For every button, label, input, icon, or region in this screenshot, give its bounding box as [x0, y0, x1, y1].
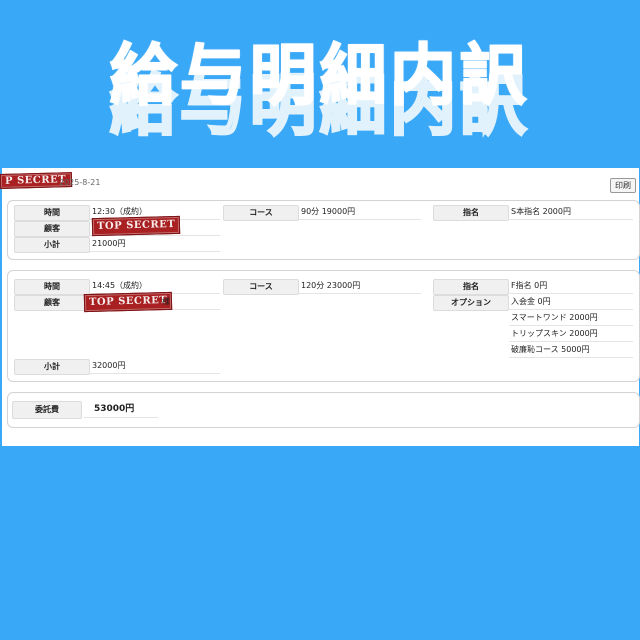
time-label: 時間 [14, 279, 90, 295]
top-secret-stamp: TOP SECRET [83, 291, 173, 313]
subtotal-value: 32000円 [90, 359, 220, 374]
honorific-suffix: 様 [162, 297, 170, 306]
customer-label: 顧客 [14, 295, 90, 311]
nomination-label: 指名 [433, 279, 509, 295]
subtotal-label: 小計 [14, 237, 90, 253]
top-secret-stamp: TOP SECRET [91, 215, 181, 237]
fee-value: 53000円 [84, 401, 158, 418]
nomination-label: 指名 [433, 205, 509, 221]
course-value: 90分 19000円 [299, 205, 421, 220]
option-item: トリップスキン 2000円 [509, 327, 633, 342]
option-item: 入会金 0円 [509, 295, 633, 310]
date-label: 2025-8-21 [59, 178, 101, 187]
course-label: コース [223, 205, 299, 221]
subtotal-value: 21000円 [90, 237, 220, 252]
banner-title: 給与明細内訳 [109, 36, 530, 115]
customer-value: TOP SECRET 様 [83, 291, 220, 313]
course-label: コース [223, 279, 299, 295]
course-value: 120分 23000円 [299, 279, 421, 294]
payslip-sheet: P SECRET 2025-8-21 印刷 時間 12:30（成約） 顧客 TO… [0, 168, 640, 446]
option-item: 破廉恥コース 5000円 [509, 343, 633, 358]
sheet-header: P SECRET 2025-8-21 印刷 [0, 168, 639, 193]
subtotal-label: 小計 [14, 359, 90, 375]
print-button[interactable]: 印刷 [610, 178, 636, 193]
nomination-value: F指名 0円 [509, 279, 633, 294]
customer-label: 顧客 [14, 221, 90, 237]
options-label: オプション [433, 295, 509, 311]
option-item: スマートワンド 2000円 [509, 311, 633, 326]
nomination-value: S本指名 2000円 [509, 205, 633, 220]
customer-value: TOP SECRET [90, 215, 220, 237]
booking-card-2: 時間 14:45（成約） 顧客 TOP SECRET 様 小計 32000円 コ… [7, 270, 640, 382]
booking-card-1: 時間 12:30（成約） 顧客 TOP SECRET 小計 21000円 コース… [7, 200, 640, 260]
summary-card: 委託費 53000円 [7, 392, 640, 428]
time-label: 時間 [14, 205, 90, 221]
fee-label: 委託費 [12, 401, 82, 419]
title-banner: 給与明細内訳 給与明細内訳 [0, 0, 640, 150]
